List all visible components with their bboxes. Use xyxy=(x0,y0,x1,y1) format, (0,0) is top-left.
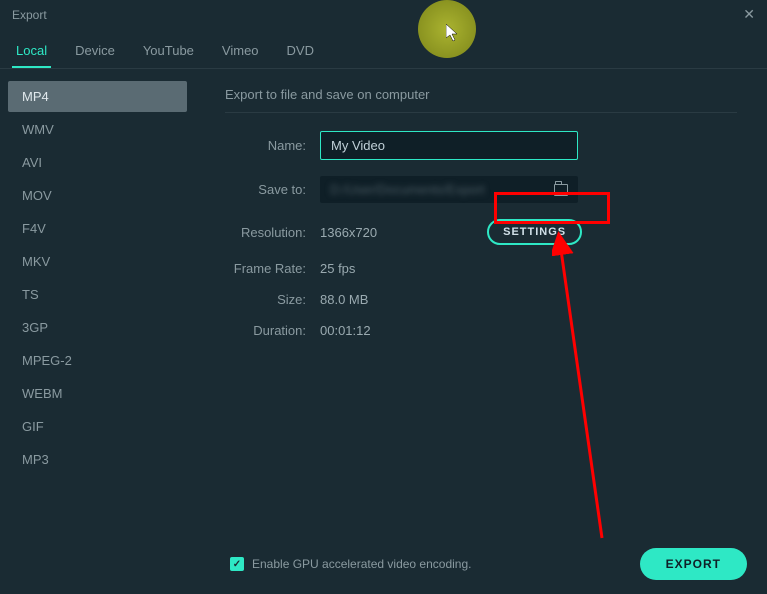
sidebar-item-mp3[interactable]: MP3 xyxy=(8,444,187,475)
saveto-field[interactable]: D:/User/Documents/Export xyxy=(320,176,578,203)
size-value: 88.0 MB xyxy=(320,292,368,307)
close-icon[interactable]: ✕ xyxy=(743,6,755,23)
sidebar-item-wmv[interactable]: WMV xyxy=(8,114,187,145)
name-input[interactable] xyxy=(320,131,578,160)
resolution-value: 1366x720 xyxy=(320,225,377,240)
sidebar-item-gif[interactable]: GIF xyxy=(8,411,187,442)
duration-label: Duration: xyxy=(225,323,320,338)
sidebar-item-3gp[interactable]: 3GP xyxy=(8,312,187,343)
duration-value: 00:01:12 xyxy=(320,323,371,338)
window-title: Export xyxy=(12,8,47,22)
name-label: Name: xyxy=(225,138,320,153)
tab-device[interactable]: Device xyxy=(71,37,119,68)
main-panel: Export to file and save on computer Name… xyxy=(195,69,767,553)
saveto-path: D:/User/Documents/Export xyxy=(330,182,485,197)
sidebar-item-mkv[interactable]: MKV xyxy=(8,246,187,277)
panel-title: Export to file and save on computer xyxy=(225,87,737,113)
tab-local[interactable]: Local xyxy=(12,37,51,68)
tab-dvd[interactable]: DVD xyxy=(283,37,318,68)
framerate-label: Frame Rate: xyxy=(225,261,320,276)
sidebar-item-webm[interactable]: WEBM xyxy=(8,378,187,409)
export-button[interactable]: EXPORT xyxy=(640,548,747,580)
footer: ✓ Enable GPU accelerated video encoding.… xyxy=(0,536,767,594)
folder-icon[interactable] xyxy=(554,184,568,196)
sidebar-item-ts[interactable]: TS xyxy=(8,279,187,310)
sidebar-item-mp4[interactable]: MP4 xyxy=(8,81,187,112)
framerate-value: 25 fps xyxy=(320,261,355,276)
gpu-label: Enable GPU accelerated video encoding. xyxy=(252,557,471,571)
resolution-label: Resolution: xyxy=(225,225,320,240)
gpu-checkbox[interactable]: ✓ xyxy=(230,557,244,571)
settings-button[interactable]: SETTINGS xyxy=(487,219,582,245)
gpu-checkbox-row[interactable]: ✓ Enable GPU accelerated video encoding. xyxy=(230,557,471,571)
tab-bar: Local Device YouTube Vimeo DVD xyxy=(0,29,767,69)
sidebar-item-mov[interactable]: MOV xyxy=(8,180,187,211)
sidebar-item-avi[interactable]: AVI xyxy=(8,147,187,178)
sidebar-item-f4v[interactable]: F4V xyxy=(8,213,187,244)
sidebar-item-mpeg2[interactable]: MPEG-2 xyxy=(8,345,187,376)
format-sidebar: MP4 WMV AVI MOV F4V MKV TS 3GP MPEG-2 WE… xyxy=(0,69,195,553)
saveto-label: Save to: xyxy=(225,182,320,197)
size-label: Size: xyxy=(225,292,320,307)
tab-youtube[interactable]: YouTube xyxy=(139,37,198,68)
tab-vimeo[interactable]: Vimeo xyxy=(218,37,263,68)
title-bar: Export ✕ xyxy=(0,0,767,29)
